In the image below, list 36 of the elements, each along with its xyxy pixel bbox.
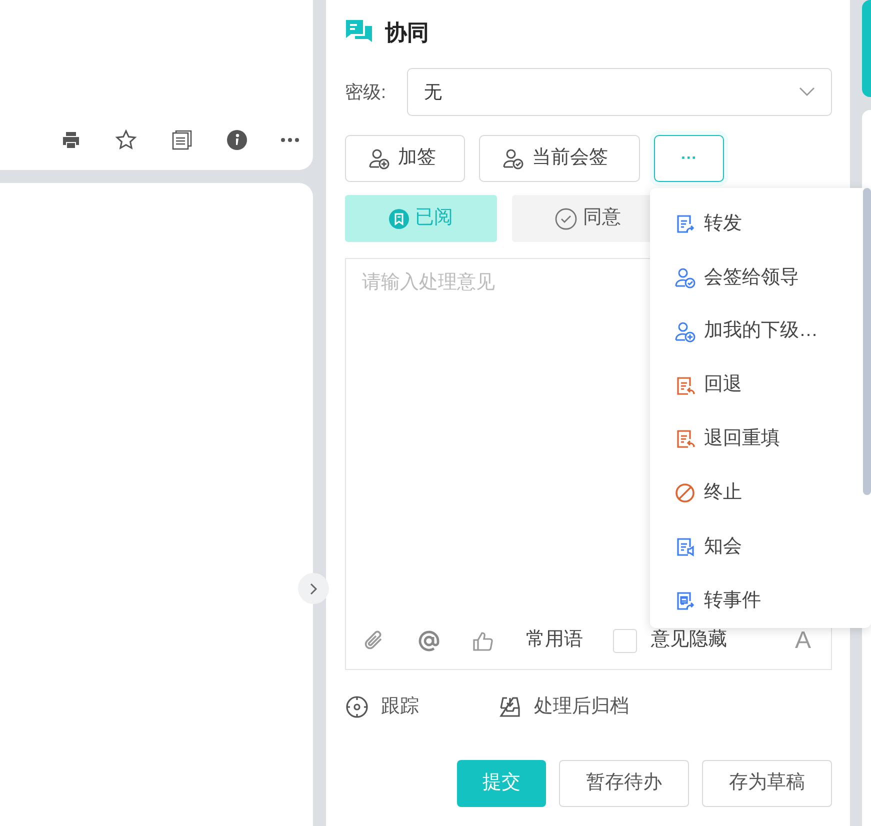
target-icon: [345, 695, 369, 719]
secret-level-select[interactable]: 无: [407, 68, 832, 116]
user-check-icon: [502, 148, 524, 170]
hide-opinion-checkbox[interactable]: [613, 628, 637, 652]
secret-level-label: 密级:: [345, 80, 388, 104]
option-link[interactable]: 处理后归档: [498, 692, 629, 722]
stop-icon: [674, 482, 696, 504]
check-circle-icon: [555, 208, 577, 230]
hide-opinion-label: 意见隐藏: [651, 628, 727, 652]
action-button[interactable]: 加签: [345, 135, 465, 182]
return-icon: [674, 428, 696, 450]
common-phrases-button[interactable]: 常用语: [526, 626, 583, 655]
chevron-right-icon: [310, 582, 318, 594]
thumbs-up-icon[interactable]: [472, 630, 494, 652]
more-icon[interactable]: [281, 138, 299, 142]
add-user-icon: [368, 148, 390, 170]
notify-icon: [674, 536, 696, 558]
return-icon: [674, 374, 696, 397]
chevron-down-icon: [799, 87, 815, 97]
to-event-icon: [674, 590, 696, 612]
mention-icon[interactable]: [418, 630, 440, 652]
forward-icon: [674, 212, 696, 235]
star-icon[interactable]: [115, 129, 137, 151]
secondary-button[interactable]: 存为草稿: [702, 760, 832, 807]
info-icon[interactable]: [227, 130, 247, 150]
scrollbar-thumb[interactable]: [863, 188, 871, 495]
option-link[interactable]: 跟踪: [345, 692, 498, 722]
print-icon[interactable]: [61, 130, 81, 150]
user-check-icon: [674, 266, 696, 289]
bookmark-icon: [389, 208, 409, 228]
document-list-icon[interactable]: [171, 129, 193, 151]
action-button[interactable]: 当前会签: [479, 135, 640, 182]
archive-icon: [498, 695, 522, 719]
add-user-icon: [674, 320, 696, 343]
secondary-button[interactable]: 暂存待办: [559, 760, 689, 807]
panel-title: 协同: [385, 18, 429, 46]
